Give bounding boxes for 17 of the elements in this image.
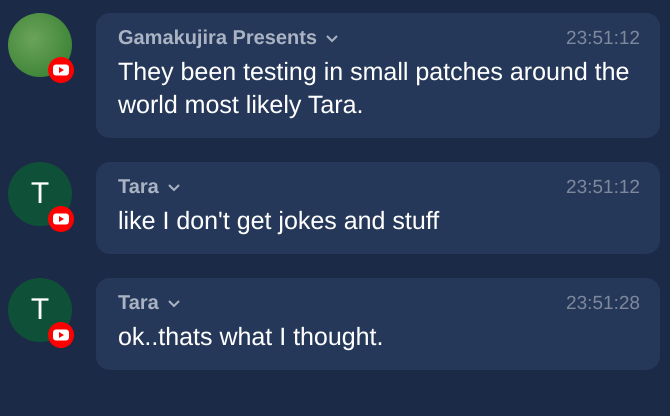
message-text: like I don't get jokes and stuff (118, 206, 440, 237)
message-text: They been testing in small patches around the world most likely Tara. (118, 57, 630, 121)
author-name: Gamakujira Presents (118, 27, 317, 50)
chevron-down-icon[interactable] (166, 182, 181, 192)
timestamp: 23:51:28 (566, 292, 640, 314)
timestamp: 23:51:12 (566, 28, 640, 50)
video-play-badge-icon (48, 322, 74, 348)
avatar: T (8, 278, 72, 342)
message-text: ok..thats what I thought. (118, 322, 384, 353)
author-name: Tara (118, 176, 159, 199)
timestamp: 23:51:12 (566, 176, 640, 198)
chevron-down-icon[interactable] (166, 298, 181, 308)
author-name: Tara (118, 292, 159, 315)
avatar: T (8, 162, 72, 226)
video-play-badge-icon (48, 57, 74, 83)
chevron-down-icon[interactable] (325, 34, 339, 44)
video-play-badge-icon (48, 206, 74, 232)
